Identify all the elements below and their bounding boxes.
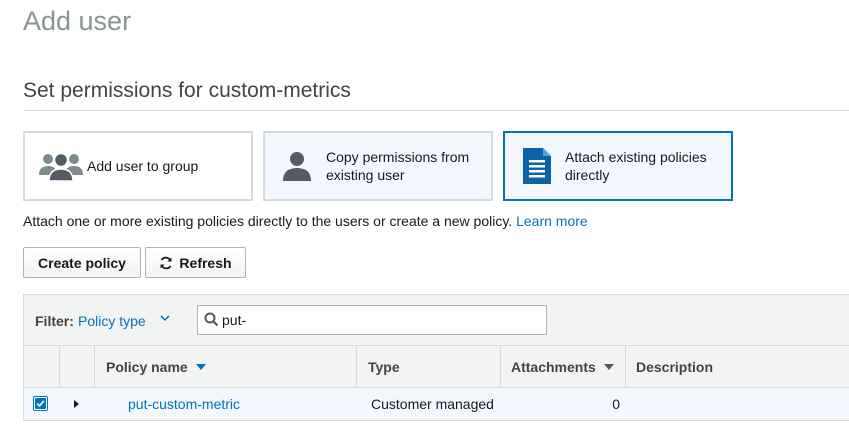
chevron-down-icon[interactable] xyxy=(160,312,170,326)
table-header: Policy name Type Attachments Description xyxy=(23,345,849,387)
column-type-label: Type xyxy=(368,358,400,375)
column-type: Type xyxy=(357,346,501,387)
search-icon xyxy=(204,312,219,332)
attachments-cell: 0 xyxy=(612,396,620,412)
row-checkbox[interactable] xyxy=(33,396,48,411)
user-icon xyxy=(280,149,314,183)
header-checkbox-cell xyxy=(24,346,60,387)
copy-permissions-option[interactable]: Copy permissions from existing user xyxy=(263,131,493,201)
policy-name-link[interactable]: put-custom-metric xyxy=(128,388,240,420)
sort-icon xyxy=(603,363,614,370)
attach-policies-label: Attach existing policies directly xyxy=(565,149,707,183)
section-title: Set permissions for custom-metrics xyxy=(23,79,351,102)
add-user-to-group-option[interactable]: Add user to group xyxy=(23,131,253,201)
create-policy-button[interactable]: Create policy xyxy=(23,247,141,278)
column-description-label: Description xyxy=(636,358,714,375)
column-attachments-label: Attachments xyxy=(511,358,596,375)
document-icon xyxy=(519,146,555,186)
column-policy-name[interactable]: Policy name xyxy=(95,346,357,387)
policy-type-cell: Customer managed xyxy=(371,396,494,412)
column-description: Description xyxy=(626,346,849,387)
expand-row-icon[interactable] xyxy=(74,400,79,408)
page-title: Add user xyxy=(23,6,132,36)
column-attachments[interactable]: Attachments xyxy=(501,346,626,387)
sort-desc-icon xyxy=(195,363,206,370)
table-row[interactable]: put-custom-metric Customer managed 0 xyxy=(23,387,849,421)
filter-bar: Filter: Policy type xyxy=(23,294,849,345)
policy-type-dropdown[interactable]: Policy type xyxy=(78,313,146,329)
search-input[interactable] xyxy=(222,310,532,330)
attach-policies-option[interactable]: Attach existing policies directly xyxy=(503,131,733,201)
learn-more-link[interactable]: Learn more xyxy=(516,213,588,229)
filter-label: Filter: xyxy=(35,313,74,329)
refresh-icon xyxy=(159,256,173,270)
description-text: Attach one or more existing policies dir… xyxy=(23,213,588,229)
section-divider xyxy=(23,110,849,111)
refresh-label: Refresh xyxy=(179,254,232,271)
column-policy-name-label: Policy name xyxy=(106,358,188,375)
search-box[interactable] xyxy=(197,305,547,335)
add-user-to-group-label: Add user to group xyxy=(87,158,199,174)
description-body: Attach one or more existing policies dir… xyxy=(23,213,513,229)
refresh-button[interactable]: Refresh xyxy=(145,247,246,278)
users-group-icon xyxy=(37,149,85,183)
header-expand-cell xyxy=(60,346,95,387)
create-policy-label: Create policy xyxy=(38,254,126,271)
copy-permissions-label: Copy permissions from existing user xyxy=(326,149,470,183)
